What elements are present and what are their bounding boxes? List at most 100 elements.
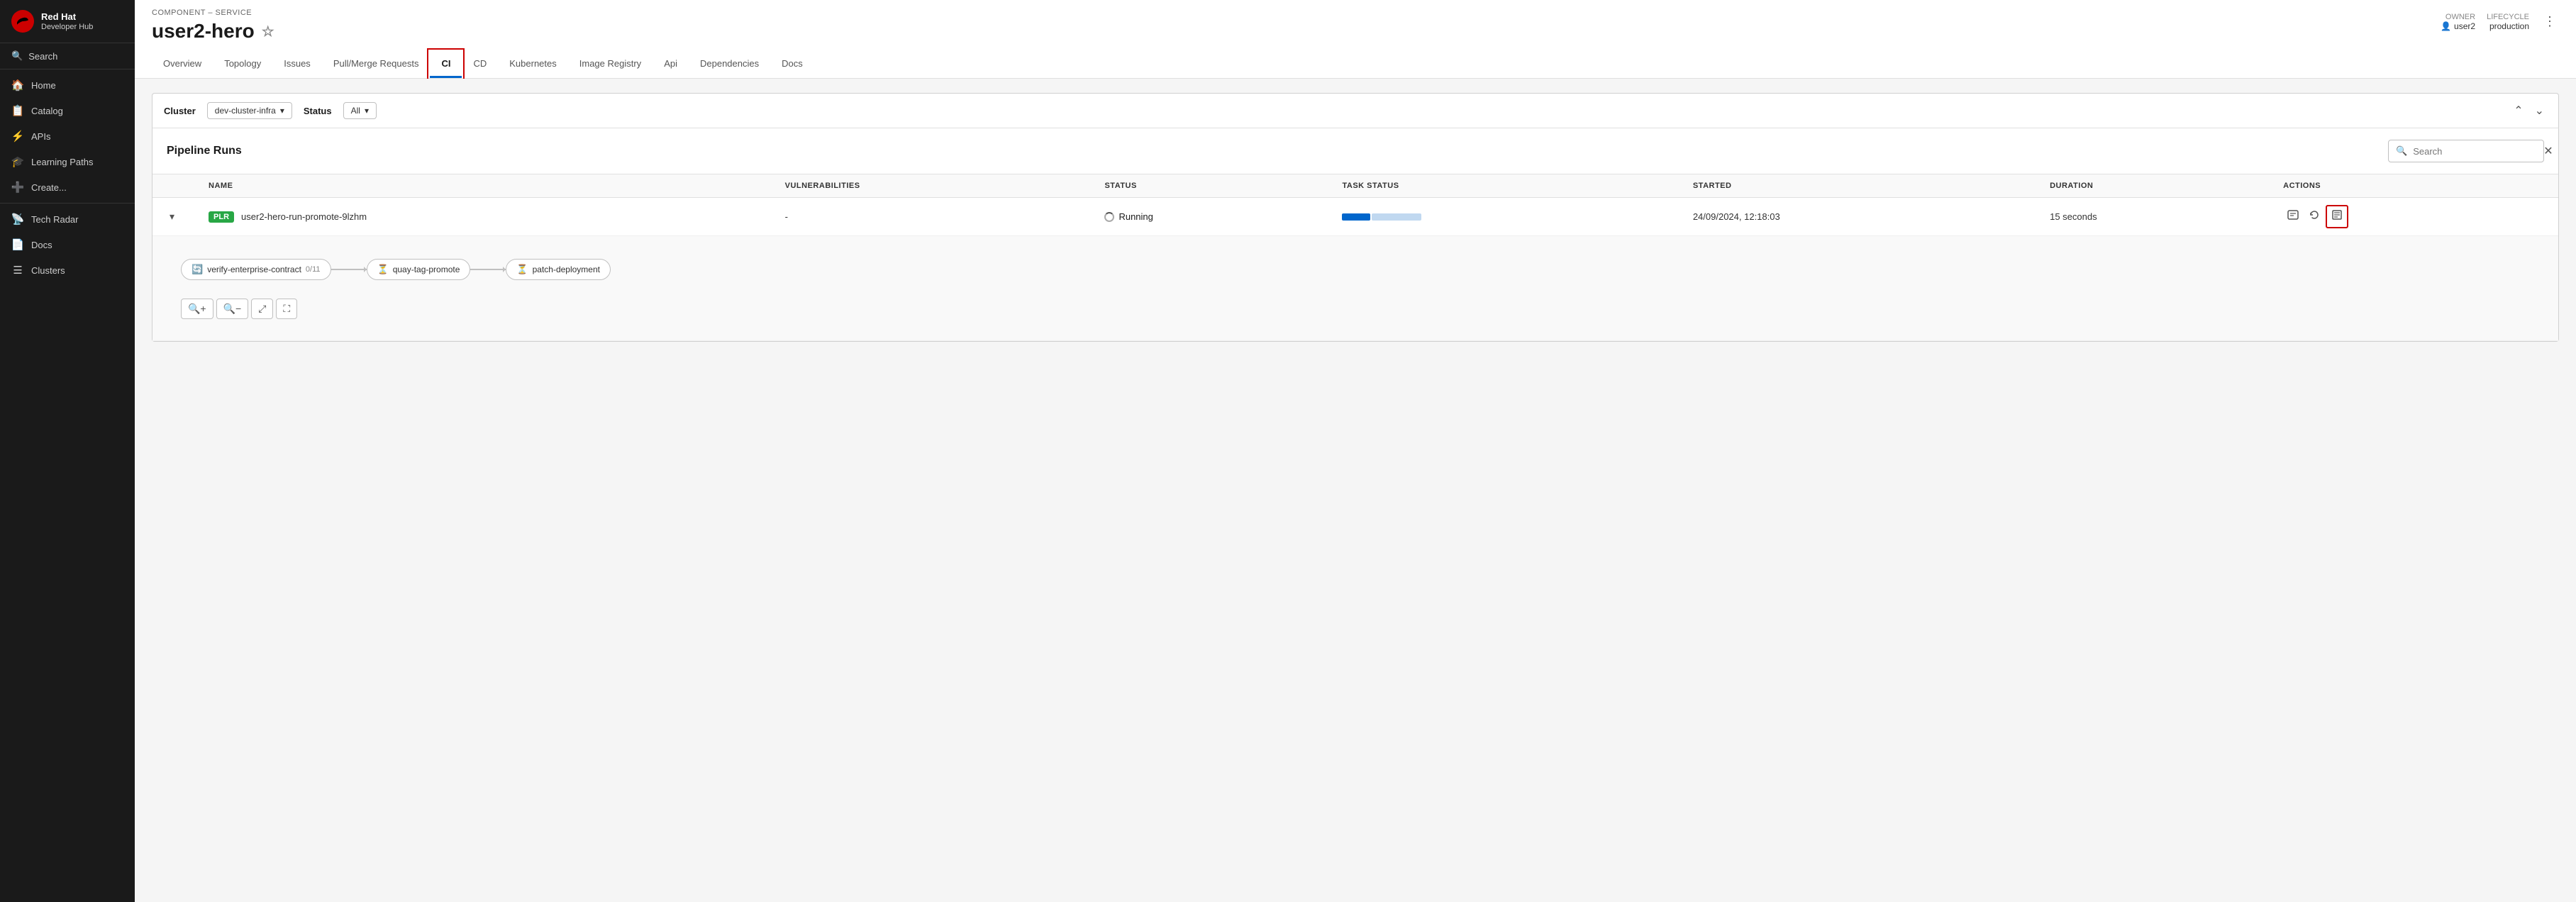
tab-api[interactable]: Api [653,51,689,78]
page-title-text: user2-hero [152,20,255,43]
home-icon: 🏠 [11,79,24,91]
status-filter-select[interactable]: All ▾ [343,102,377,119]
pipeline-rerun-button[interactable] [2304,206,2324,227]
pipeline-table: NAME VULNERABILITIES STATUS TASK STATUS … [152,174,2558,341]
row-expand-cell: ▾ [152,198,194,236]
clusters-icon: ☰ [11,264,24,277]
running-spinner-icon [1104,212,1114,222]
expand-button[interactable]: ⌄ [2532,102,2547,119]
table-row: ▾ PLR user2-hero-run-promote-9lzhm - [152,198,2558,236]
tab-pull-merge-requests[interactable]: Pull/Merge Requests [322,51,431,78]
create-icon: ➕ [11,181,24,194]
owner-meta: Owner 👤 user2 [2441,13,2475,31]
fit-icon: ⤢ [258,303,266,314]
row-name-cell: PLR user2-hero-run-promote-9lzhm [194,198,771,236]
pipeline-search-box[interactable]: 🔍 ✕ [2388,140,2544,162]
node-label-patch: patch-deployment [533,265,600,274]
owner-value: 👤 user2 [2441,21,2475,31]
fit-to-screen-button[interactable]: ⤢ [251,299,273,319]
main-content: COMPONENT – SERVICE user2-hero ☆ Owner 👤… [135,0,2576,902]
pipeline-output-button[interactable] [2283,206,2303,227]
pipeline-search-icon: 🔍 [2396,145,2407,157]
row-task-status-cell [1328,198,1678,236]
pipeline-detail-cell: 🔄 verify-enterprise-contract 0/11 ⏳ quay… [152,236,2558,341]
tech-radar-icon: 📡 [11,213,24,226]
sidebar-item-learning-paths[interactable]: 🎓 Learning Paths [0,149,135,174]
page-header: COMPONENT – SERVICE user2-hero ☆ Owner 👤… [135,0,2576,79]
sidebar-item-label: Learning Paths [31,157,93,167]
pipeline-runs-title: Pipeline Runs [167,145,242,157]
page-title: user2-hero ☆ [152,20,274,43]
pipeline-flow: 🔄 verify-enterprise-contract 0/11 ⏳ quay… [167,247,2544,291]
pending-icon-1: ⏳ [377,264,389,275]
pipeline-detail-row: 🔄 verify-enterprise-contract 0/11 ⏳ quay… [152,236,2558,341]
learning-paths-icon: 🎓 [11,155,24,168]
filter-bar: Cluster dev-cluster-infra ▾ Status All ▾… [152,93,2559,128]
search-button[interactable]: 🔍 Search [0,43,135,69]
brand-logo[interactable]: Red Hat Developer Hub [0,0,135,43]
favorite-star-icon[interactable]: ☆ [262,23,274,40]
status-filter-value: All [351,106,360,116]
tab-overview[interactable]: Overview [152,51,213,78]
fullscreen-button[interactable]: ⛶ [276,299,297,319]
progress-done-fill [1342,213,1370,221]
plr-badge: PLR [209,211,234,223]
lifecycle-meta: Lifecycle production [2487,13,2529,31]
tab-image-registry[interactable]: Image Registry [568,51,653,78]
tab-dependencies[interactable]: Dependencies [689,51,770,78]
sidebar-item-tech-radar[interactable]: 📡 Tech Radar [0,206,135,232]
cluster-filter-select[interactable]: dev-cluster-infra ▾ [207,102,292,119]
cluster-filter-value: dev-cluster-infra [215,106,276,116]
pipeline-node-patch[interactable]: ⏳ patch-deployment [506,259,611,280]
zoom-out-button[interactable]: 🔍− [216,299,249,319]
sidebar-item-catalog[interactable]: 📋 Catalog [0,98,135,123]
pipeline-search-clear-button[interactable]: ✕ [2543,144,2553,158]
tab-kubernetes[interactable]: Kubernetes [498,51,568,78]
sidebar-item-label: Catalog [31,106,63,116]
cluster-filter-label: Cluster [164,106,196,116]
sidebar-item-home[interactable]: 🏠 Home [0,72,135,98]
pipeline-node-verify[interactable]: 🔄 verify-enterprise-contract 0/11 [181,259,331,280]
node-count-verify: 0/11 [306,265,321,274]
status-running: Running [1104,211,1314,222]
col-started: STARTED [1679,174,2036,198]
more-options-icon[interactable]: ⋮ [2541,11,2559,32]
sidebar-item-apis[interactable]: ⚡ APIs [0,123,135,149]
sidebar-item-docs[interactable]: 📄 Docs [0,232,135,257]
sidebar-item-create[interactable]: ➕ Create... [0,174,135,200]
zoom-controls: 🔍+ 🔍− ⤢ ⛶ [167,291,2544,329]
tab-issues[interactable]: Issues [272,51,322,78]
collapse-button[interactable]: ⌃ [2511,102,2526,119]
progress-remaining-fill [1372,213,1421,221]
search-icon: 🔍 [11,50,23,62]
logs-icon [2331,209,2343,221]
tab-bar: Overview Topology Issues Pull/Merge Requ… [152,51,2559,78]
node-label-quay: quay-tag-promote [393,265,460,274]
sidebar-nav: 🏠 Home 📋 Catalog ⚡ APIs 🎓 Learning Paths… [0,69,135,286]
zoom-in-icon: 🔍+ [188,303,206,314]
pipeline-search-input[interactable] [2413,146,2538,157]
pipeline-logs-button[interactable] [2326,205,2348,228]
brand-subtitle: Developer Hub [41,23,93,31]
row-expand-button[interactable]: ▾ [167,209,177,224]
catalog-icon: 📋 [11,104,24,117]
sidebar-item-label: APIs [31,131,50,142]
pipeline-header: Pipeline Runs 🔍 ✕ [152,128,2558,174]
lifecycle-value: production [2489,21,2529,31]
tab-cd[interactable]: CD [462,51,498,78]
zoom-in-button[interactable]: 🔍+ [181,299,213,319]
redhat-logo-icon [11,10,34,33]
tab-ci[interactable]: CI [430,51,462,78]
pipeline-connector-2 [470,269,506,270]
cluster-filter-chevron-icon: ▾ [280,106,284,116]
tab-topology[interactable]: Topology [213,51,272,78]
row-status-cell: Running [1090,198,1328,236]
col-status: STATUS [1090,174,1328,198]
tab-docs[interactable]: Docs [770,51,814,78]
sidebar-item-clusters[interactable]: ☰ Clusters [0,257,135,283]
refresh-icon: 🔄 [191,264,203,275]
zoom-out-icon: 🔍− [223,303,242,314]
row-duration-cell: 15 seconds [2036,198,2269,236]
pipeline-node-quay[interactable]: ⏳ quay-tag-promote [367,259,471,280]
col-task-status: TASK STATUS [1328,174,1678,198]
